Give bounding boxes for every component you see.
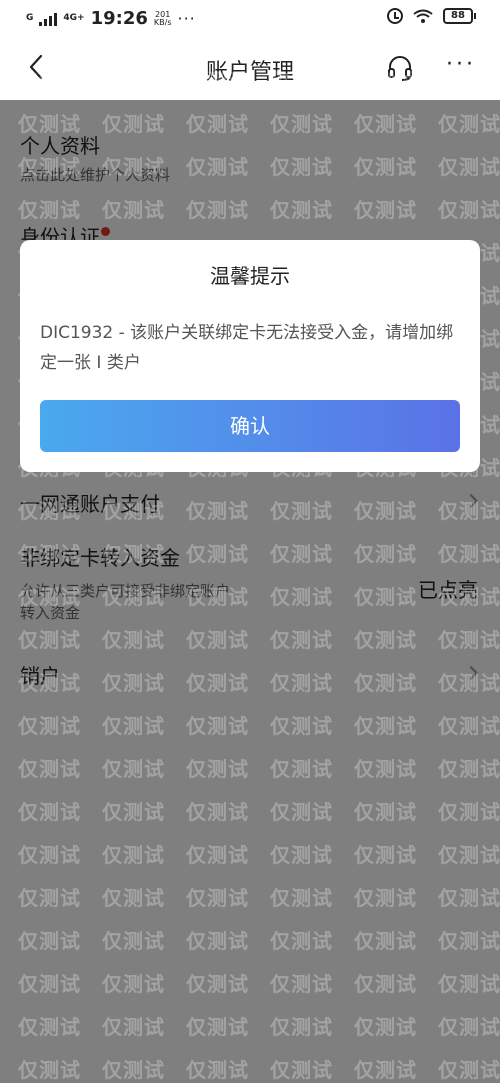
nav-bar: 账户管理 ··· bbox=[0, 36, 500, 100]
network-speed: 201 KB/s bbox=[153, 10, 172, 27]
alarm-icon bbox=[387, 8, 403, 24]
wifi-icon bbox=[413, 9, 433, 23]
alert-dialog: 温馨提示 DIC1932 - 该账户关联绑定卡无法接受入金，请增加绑定一张 I … bbox=[20, 240, 480, 472]
battery-level: 88 bbox=[443, 8, 473, 24]
headset-icon[interactable] bbox=[386, 54, 414, 82]
signal-icon bbox=[39, 12, 58, 26]
status-left: G 4G+ 19:26 201 KB/s ··· bbox=[26, 8, 196, 29]
speed-unit: KB/s bbox=[153, 17, 172, 27]
status-time: 19:26 bbox=[90, 8, 148, 29]
status-right: 88 bbox=[387, 8, 476, 24]
battery-icon: 88 bbox=[443, 8, 476, 24]
network-4g-label: 4G+ bbox=[63, 13, 85, 23]
page-title: 账户管理 bbox=[205, 60, 294, 85]
status-more-dots: ··· bbox=[177, 9, 196, 28]
more-options-icon[interactable]: ··· bbox=[446, 54, 476, 76]
dialog-message: DIC1932 - 该账户关联绑定卡无法接受入金，请增加绑定一张 I 类户 bbox=[40, 323, 454, 373]
status-bar: G 4G+ 19:26 201 KB/s ··· 88 bbox=[0, 0, 500, 36]
network-type-label: G bbox=[26, 13, 34, 23]
confirm-button[interactable]: 确认 bbox=[40, 400, 460, 452]
dialog-title: 温馨提示 bbox=[210, 264, 290, 288]
